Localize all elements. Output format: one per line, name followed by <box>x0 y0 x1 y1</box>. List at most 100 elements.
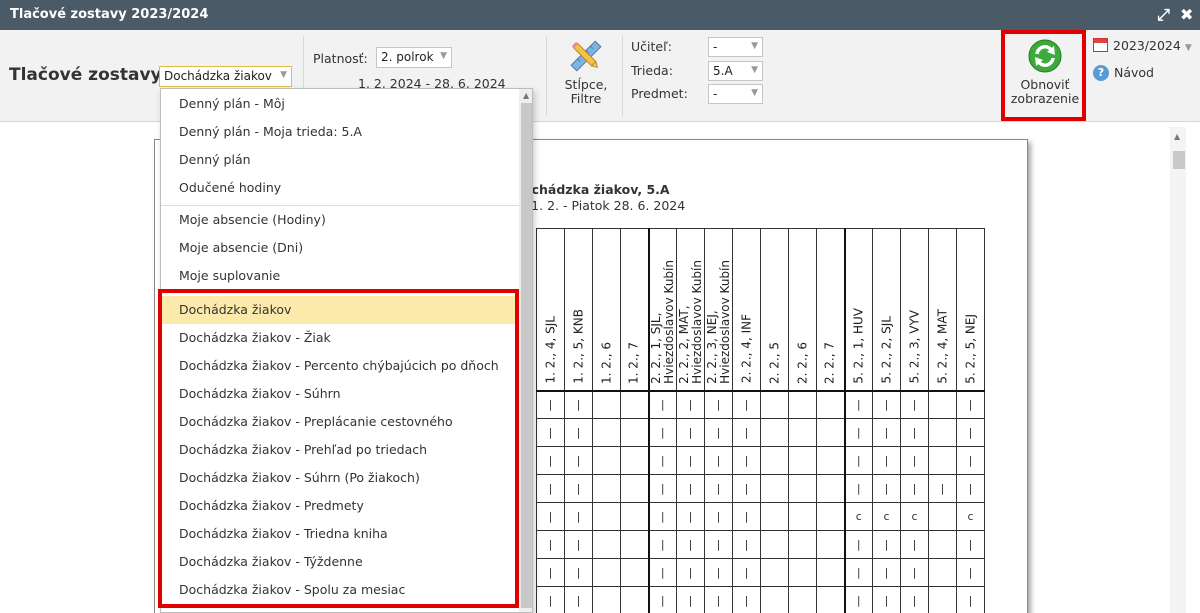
column-header: 1. 2., 5, KNB <box>564 228 593 392</box>
ruler-pencil-icon <box>570 40 602 72</box>
table-cell <box>816 558 845 587</box>
table-cell <box>788 558 817 587</box>
class-select[interactable]: 5.A ▼ <box>708 61 763 81</box>
dropdown-item[interactable]: Denný plán - Moja trieda: 5.A <box>161 118 519 146</box>
table-cell <box>928 502 957 531</box>
class-value: 5.A <box>713 64 733 78</box>
table-cell: | <box>843 390 873 419</box>
table-cell: | <box>647 558 677 587</box>
table-cell: | <box>536 390 565 419</box>
calendar-icon <box>1093 38 1108 52</box>
table-cell: | <box>647 390 677 419</box>
table-cell: | <box>564 502 593 531</box>
table-cell: | <box>536 446 565 475</box>
divider <box>546 36 547 116</box>
teacher-label: Učiteľ: <box>631 39 672 54</box>
table-cell <box>788 418 817 447</box>
table-cell <box>788 586 817 613</box>
dropdown-item[interactable]: Denný plán <box>161 146 519 174</box>
help-icon[interactable]: ? <box>1093 65 1109 81</box>
column-header: 5. 2., 2, SJL <box>872 228 901 392</box>
table-cell <box>620 586 649 613</box>
dropdown-item[interactable]: Moje suplovanie <box>161 262 519 290</box>
scroll-up-icon[interactable]: ▲ <box>523 91 529 100</box>
column-header-label: 5. 2., 5, NEJ <box>963 313 977 384</box>
table-cell: | <box>676 418 705 447</box>
table-cell: | <box>704 390 733 419</box>
table-cell: | <box>564 390 593 419</box>
dropdown-scrollbar[interactable]: ▲ <box>519 89 532 612</box>
report-select-value: Dochádzka žiakov <box>164 69 272 83</box>
table-cell: | <box>872 558 901 587</box>
table-cell <box>760 418 789 447</box>
dropdown-item[interactable]: Odučené hodiny <box>161 174 519 202</box>
table-cell: | <box>732 586 761 613</box>
validity-select[interactable]: 2. polrok ▼ <box>376 47 452 68</box>
table-cell: | <box>647 474 677 503</box>
scrollbar[interactable]: ▲ <box>1170 127 1186 613</box>
table-cell: | <box>956 418 985 447</box>
table-cell: | <box>956 558 985 587</box>
dropdown-item[interactable]: Moje absencie (Dni) <box>161 234 519 262</box>
table-cell: | <box>704 446 733 475</box>
highlight-refresh <box>1001 30 1086 121</box>
table-cell: | <box>843 586 873 613</box>
table-cell <box>620 418 649 447</box>
column-header: 5. 2., 4, MAT <box>928 228 957 392</box>
table-cell: | <box>704 530 733 559</box>
table-cell: | <box>647 446 677 475</box>
table-cell: | <box>536 418 565 447</box>
table-cell: | <box>956 390 985 419</box>
table-cell: c <box>900 502 929 531</box>
page-title: Tlačové zostavy: <box>9 65 169 85</box>
table-cell <box>816 390 845 419</box>
column-header: 5. 2., 1, HUV <box>843 228 873 392</box>
table-cell <box>620 446 649 475</box>
table-row: | | | | | | | | | | <box>536 446 985 475</box>
table-cell <box>592 502 621 531</box>
table-cell <box>592 390 621 419</box>
table-cell: | <box>732 474 761 503</box>
table-cell: | <box>647 502 677 531</box>
table-row: | | | | | | | | | | <box>536 418 985 447</box>
dropdown-item[interactable]: Moje absencie (Hodiny) <box>161 206 519 234</box>
table-cell <box>620 390 649 419</box>
column-header: 2. 2., 1, SJL, Hviezdoslavov Kubín <box>647 228 677 392</box>
teacher-select[interactable]: - ▼ <box>708 37 763 57</box>
close-icon[interactable]: ✖ <box>1180 5 1193 24</box>
chevron-down-icon: ▼ <box>280 70 287 80</box>
dropdown-scrollbar-thumb[interactable] <box>521 103 532 608</box>
scrollbar-thumb[interactable] <box>1173 151 1185 169</box>
table-cell: | <box>872 530 901 559</box>
column-header-label: 2. 2., 4, INF <box>739 314 753 384</box>
help-link[interactable]: Návod <box>1114 65 1154 80</box>
table-cell: c <box>843 502 873 531</box>
table-cell <box>592 446 621 475</box>
report-select[interactable]: Dochádzka žiakov ▼ <box>159 66 292 87</box>
table-cell: | <box>704 418 733 447</box>
table-cell: | <box>732 418 761 447</box>
chevron-down-icon: ▼ <box>440 51 447 61</box>
column-header-label: 2. 2., 5 <box>767 341 781 384</box>
school-year-select[interactable]: 2023/2024 ▼ <box>1113 38 1192 53</box>
column-header-label: 2. 2., 1, SJL, Hviezdoslavov Kubín <box>648 259 676 384</box>
table-cell: | <box>564 586 593 613</box>
subject-value: - <box>713 87 718 101</box>
table-cell: | <box>732 502 761 531</box>
table-cell: | <box>900 530 929 559</box>
table-cell <box>928 558 957 587</box>
maximize-icon[interactable]: ⤢ <box>1157 5 1170 25</box>
subject-select[interactable]: - ▼ <box>708 84 763 104</box>
column-header: 2. 2., 3, NEJ, Hviezdoslavov Kubín <box>704 228 733 392</box>
table-cell: | <box>843 474 873 503</box>
scroll-up-icon[interactable]: ▲ <box>1174 132 1180 141</box>
table-cell: | <box>536 502 565 531</box>
table-cell <box>620 558 649 587</box>
table-cell <box>592 530 621 559</box>
dropdown-item[interactable]: Denný plán - Môj <box>161 90 519 118</box>
table-cell: | <box>732 530 761 559</box>
table-cell <box>816 530 845 559</box>
table-cell <box>816 502 845 531</box>
columns-filter-button[interactable]: Stĺpce, Filtre <box>558 38 614 106</box>
table-cell: | <box>647 530 677 559</box>
